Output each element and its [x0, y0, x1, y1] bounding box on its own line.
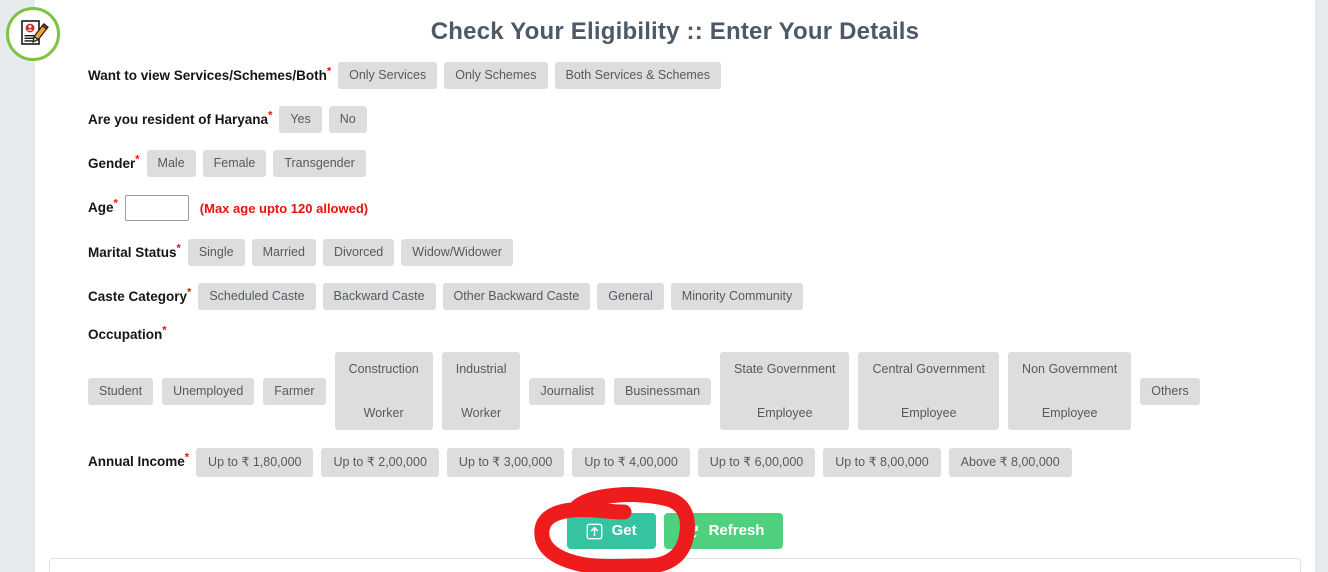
get-button-label: Get: [611, 522, 637, 539]
option-income-400000[interactable]: Up to ₹ 4,00,000: [572, 448, 690, 477]
required-asterisk: *: [113, 197, 118, 210]
option-other-backward-caste[interactable]: Other Backward Caste: [442, 283, 591, 310]
form-row-marital-status: Marital Status* Single Married Divorced …: [88, 239, 1318, 267]
option-scheduled-caste[interactable]: Scheduled Caste: [198, 283, 316, 310]
options-caste-category: Scheduled Caste Backward Caste Other Bac…: [198, 283, 804, 310]
option-farmer[interactable]: Farmer: [263, 377, 326, 405]
option-construction-worker[interactable]: Construction Worker: [334, 352, 433, 430]
label-caste-category: Caste Category*: [88, 286, 192, 304]
get-button[interactable]: Get: [566, 513, 656, 549]
option-only-schemes[interactable]: Only Schemes: [444, 62, 548, 89]
refresh-button-label: Refresh: [708, 522, 765, 539]
option-student[interactable]: Student: [88, 377, 154, 405]
label-occupation: Occupation*: [88, 324, 167, 342]
option-line2: Worker: [461, 406, 502, 420]
option-line1: State Government: [734, 362, 836, 376]
required-asterisk: *: [187, 286, 192, 299]
page-title: Check Your Eligibility :: Enter Your Det…: [430, 18, 920, 45]
refresh-button[interactable]: Refresh: [663, 513, 784, 549]
eligibility-form: Want to view Services/Schemes/Both* Only…: [88, 62, 1318, 493]
label-annual-income: Annual Income*: [88, 451, 190, 469]
option-divorced[interactable]: Divorced: [322, 239, 395, 266]
required-asterisk: *: [184, 451, 190, 464]
option-others[interactable]: Others: [1140, 377, 1200, 405]
option-no[interactable]: No: [328, 106, 367, 133]
option-line2: Worker: [363, 406, 404, 420]
required-asterisk: *: [268, 109, 273, 122]
age-input[interactable]: [124, 195, 189, 221]
label-gender: Gender*: [88, 153, 140, 171]
options-marital-status: Single Married Divorced Widow/Widower: [187, 239, 513, 266]
option-income-600000[interactable]: Up to ₹ 6,00,000: [697, 448, 816, 477]
upload-box-icon: [586, 523, 603, 540]
left-sidebar-rail: [0, 0, 35, 572]
age-hint-text: (Max age upto 120 allowed): [199, 200, 369, 216]
option-journalist[interactable]: Journalist: [529, 377, 605, 405]
options-gender: Male Female Transgender: [146, 150, 366, 177]
label-age: Age*: [88, 197, 118, 215]
form-row-haryana-resident: Are you resident of Haryana* Yes No: [88, 106, 1318, 134]
option-both-services-schemes[interactable]: Both Services & Schemes: [554, 62, 722, 89]
option-married[interactable]: Married: [251, 239, 316, 266]
option-backward-caste[interactable]: Backward Caste: [322, 283, 436, 310]
options-view-type: Only Services Only Schemes Both Services…: [338, 62, 722, 89]
option-income-300000[interactable]: Up to ₹ 3,00,000: [446, 448, 565, 477]
required-asterisk: *: [326, 65, 332, 78]
option-central-government-employee[interactable]: Central Government Employee: [858, 352, 1000, 430]
option-income-180000[interactable]: Up to ₹ 1,80,000: [196, 448, 314, 477]
label-marital-status: Marital Status*: [88, 242, 181, 260]
option-transgender[interactable]: Transgender: [273, 150, 366, 177]
form-row-caste-category: Caste Category* Scheduled Caste Backward…: [88, 283, 1318, 311]
option-line1: Industrial: [455, 362, 507, 376]
option-non-government-employee[interactable]: Non Government Employee: [1008, 352, 1132, 430]
option-yes[interactable]: Yes: [279, 106, 322, 133]
refresh-circular-arrow-icon: [683, 523, 700, 540]
option-line1: Central Government: [872, 362, 986, 376]
option-state-government-employee[interactable]: State Government Employee: [720, 352, 850, 430]
document-pencil-icon[interactable]: [6, 7, 60, 61]
option-minority-community[interactable]: Minority Community: [670, 283, 804, 310]
option-income-200000[interactable]: Up to ₹ 2,00,000: [321, 448, 439, 477]
eligibility-page: Check Your Eligibility :: Enter Your Det…: [0, 0, 1328, 572]
form-row-age: Age* (Max age upto 120 allowed): [88, 194, 1318, 222]
results-panel: [49, 558, 1301, 572]
required-asterisk: *: [176, 242, 181, 255]
option-line1: Construction: [348, 362, 419, 376]
option-general[interactable]: General: [597, 283, 664, 310]
option-female[interactable]: Female: [202, 150, 267, 177]
required-asterisk: *: [162, 324, 167, 337]
form-row-occupation: Occupation* Student Unemployed Farmer Co…: [88, 324, 1318, 430]
form-row-gender: Gender* Male Female Transgender: [88, 150, 1318, 178]
option-income-800000[interactable]: Up to ₹ 8,00,000: [823, 448, 941, 477]
option-widow-widower[interactable]: Widow/Widower: [401, 239, 513, 266]
label-view-type: Want to view Services/Schemes/Both*: [88, 65, 332, 83]
form-row-annual-income: Annual Income* Up to ₹ 1,80,000 Up to ₹ …: [88, 448, 1318, 477]
option-line2: Employee: [756, 406, 813, 420]
label-haryana-resident: Are you resident of Haryana*: [88, 109, 273, 127]
option-line1: Non Government: [1022, 362, 1118, 376]
required-asterisk: *: [135, 153, 140, 166]
form-row-view-type: Want to view Services/Schemes/Both* Only…: [88, 62, 1318, 90]
option-unemployed[interactable]: Unemployed: [162, 377, 255, 405]
option-single[interactable]: Single: [187, 239, 245, 266]
options-occupation: Student Unemployed Farmer Construction Wo…: [88, 352, 1318, 430]
option-income-above-800000[interactable]: Above ₹ 8,00,000: [948, 448, 1072, 477]
option-line2: Employee: [900, 406, 957, 420]
option-only-services[interactable]: Only Services: [338, 62, 438, 89]
option-male[interactable]: Male: [146, 150, 196, 177]
options-annual-income: Up to ₹ 1,80,000 Up to ₹ 2,00,000 Up to …: [196, 448, 1072, 477]
options-haryana-resident: Yes No: [279, 106, 367, 133]
option-line2: Employee: [1041, 406, 1098, 420]
option-industrial-worker[interactable]: Industrial Worker: [441, 352, 521, 430]
form-actions: Get Refresh: [35, 513, 1315, 549]
option-businessman[interactable]: Businessman: [613, 377, 712, 405]
